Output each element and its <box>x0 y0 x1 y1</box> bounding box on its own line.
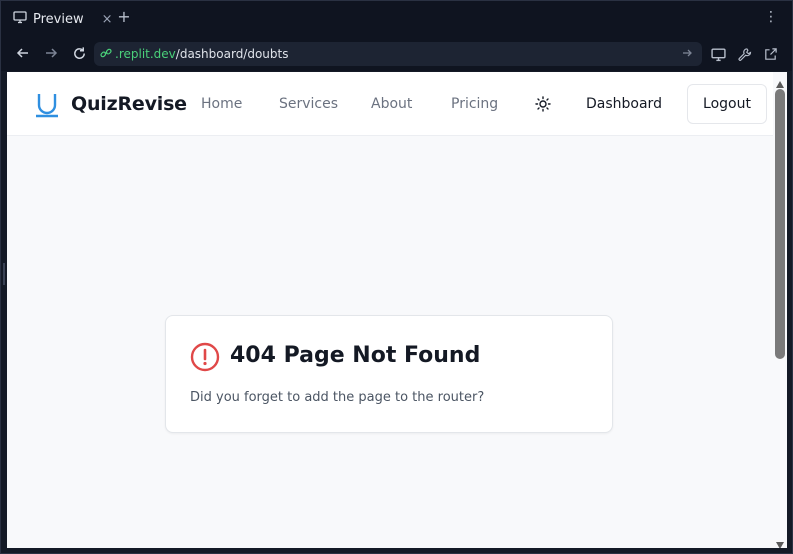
alert-circle-icon <box>190 342 220 372</box>
tab-strip: Preview × + ⋮ <box>1 1 792 37</box>
go-arrow-icon[interactable] <box>680 46 694 60</box>
navigation-bar: .replit.dev /dashboard/doubts <box>1 37 792 71</box>
new-tab-icon[interactable]: + <box>115 8 133 26</box>
scroll-down-icon[interactable] <box>775 535 785 548</box>
address-bar[interactable]: .replit.dev /dashboard/doubts <box>94 42 702 66</box>
browser-window: Preview × + ⋮ .replit.dev /dashboard/dou… <box>0 0 793 554</box>
nav-link-services[interactable]: Services <box>279 96 338 112</box>
forward-icon[interactable] <box>41 43 61 63</box>
device-preview-icon[interactable] <box>709 45 727 63</box>
brand-name[interactable]: QuizRevise <box>71 93 187 115</box>
scrollbar-thumb[interactable] <box>775 89 785 359</box>
dashboard-link[interactable]: Dashboard <box>586 96 662 112</box>
more-menu-icon[interactable]: ⋮ <box>764 9 778 25</box>
resize-handle[interactable] <box>3 263 5 285</box>
logo-icon[interactable] <box>34 92 60 118</box>
page-title: 404 Page Not Found <box>230 343 481 368</box>
link-icon <box>100 47 112 62</box>
site-header: QuizRevise Home Services About Pricing D… <box>7 72 773 136</box>
back-icon[interactable] <box>13 43 33 63</box>
scroll-up-icon[interactable] <box>775 75 785 88</box>
error-message: Did you forget to add the page to the ro… <box>190 390 485 405</box>
tab-preview[interactable]: Preview × <box>5 5 113 33</box>
close-tab-icon[interactable]: × <box>102 12 113 27</box>
reload-icon[interactable] <box>69 43 89 63</box>
nav-link-home[interactable]: Home <box>201 96 242 112</box>
monitor-icon <box>13 10 27 28</box>
url-path: /dashboard/doubts <box>175 47 289 61</box>
logout-button[interactable]: Logout <box>687 84 767 124</box>
url-domain: .replit.dev <box>115 47 176 61</box>
sun-icon[interactable] <box>535 96 551 112</box>
open-external-icon[interactable] <box>761 45 779 63</box>
nav-link-about[interactable]: About <box>371 96 412 112</box>
vertical-scrollbar[interactable] <box>773 72 787 548</box>
nav-link-pricing[interactable]: Pricing <box>451 96 498 112</box>
wrench-icon[interactable] <box>735 45 753 63</box>
page-viewport: QuizRevise Home Services About Pricing D… <box>7 72 787 548</box>
not-found-card: 404 Page Not Found Did you forget to add… <box>165 315 613 433</box>
tab-title: Preview <box>33 11 84 27</box>
